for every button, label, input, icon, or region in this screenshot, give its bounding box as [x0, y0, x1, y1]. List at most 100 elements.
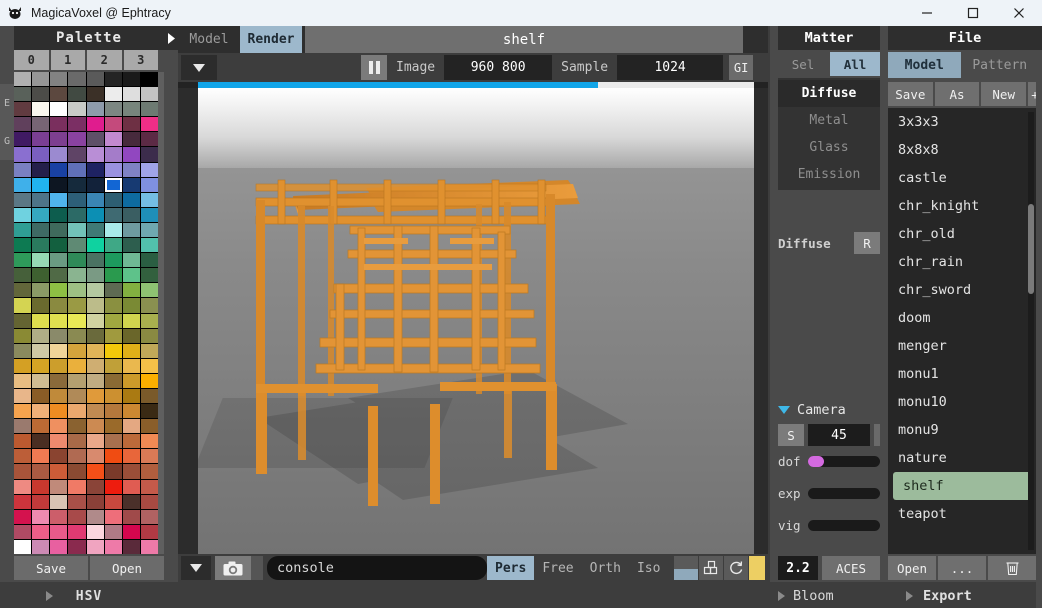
- palette-swatch[interactable]: [50, 147, 67, 161]
- camera-icon[interactable]: [215, 556, 251, 580]
- palette-swatch[interactable]: [32, 374, 49, 388]
- palette-swatch[interactable]: [14, 419, 31, 433]
- palette-swatch[interactable]: [87, 389, 104, 403]
- palette-swatch[interactable]: [141, 132, 158, 146]
- palette-swatch[interactable]: [68, 253, 85, 267]
- palette-scroll-thumb[interactable]: [158, 72, 164, 554]
- palette-swatch[interactable]: [87, 419, 104, 433]
- palette-swatch[interactable]: [123, 525, 140, 539]
- palette-swatch[interactable]: [32, 72, 49, 86]
- render-viewport[interactable]: [198, 88, 754, 554]
- palette-swatch[interactable]: [123, 102, 140, 116]
- palette-swatch[interactable]: [87, 208, 104, 222]
- palette-swatch[interactable]: [32, 419, 49, 433]
- file-list-item-selected[interactable]: shelf: [893, 472, 1031, 500]
- palette-swatch[interactable]: [32, 193, 49, 207]
- palette-swatch[interactable]: [123, 298, 140, 312]
- file-list-item[interactable]: 8x8x8: [888, 136, 1036, 164]
- palette-swatch[interactable]: [141, 102, 158, 116]
- palette-swatch[interactable]: [50, 298, 67, 312]
- palette-swatch[interactable]: [14, 147, 31, 161]
- palette-swatch[interactable]: [68, 510, 85, 524]
- camera-mode-free[interactable]: Free: [534, 556, 581, 580]
- palette-swatch[interactable]: [14, 253, 31, 267]
- file-list-item[interactable]: teapot: [888, 500, 1036, 528]
- palette-swatch[interactable]: [68, 389, 85, 403]
- palette-swatch[interactable]: [32, 163, 49, 177]
- palette-swatch[interactable]: [14, 434, 31, 448]
- palette-swatch[interactable]: [87, 495, 104, 509]
- palette-swatch[interactable]: [141, 374, 158, 388]
- palette-swatch[interactable]: [141, 359, 158, 373]
- palette-swatch[interactable]: [32, 525, 49, 539]
- palette-swatch[interactable]: [68, 314, 85, 328]
- sample-value[interactable]: 1024: [617, 55, 723, 80]
- palette-swatch[interactable]: [105, 102, 122, 116]
- background-color-icon[interactable]: [674, 556, 698, 580]
- palette-swatch[interactable]: [141, 223, 158, 237]
- palette-swatch[interactable]: [14, 329, 31, 343]
- tab-render[interactable]: Render: [240, 26, 302, 53]
- palette-swatch[interactable]: [32, 298, 49, 312]
- matter-tab-sel[interactable]: Sel: [778, 52, 828, 76]
- slider-dof-knob[interactable]: [808, 456, 824, 467]
- palette-swatch[interactable]: [123, 283, 140, 297]
- palette-swatch[interactable]: [87, 193, 104, 207]
- palette-swatch[interactable]: [14, 389, 31, 403]
- palette-swatch[interactable]: [141, 238, 158, 252]
- palette-swatch[interactable]: [87, 117, 104, 131]
- palette-swatch[interactable]: [32, 223, 49, 237]
- palette-swatch[interactable]: [32, 314, 49, 328]
- palette-swatch[interactable]: [68, 117, 85, 131]
- palette-swatch[interactable]: [32, 510, 49, 524]
- palette-swatch[interactable]: [123, 253, 140, 267]
- palette-swatch[interactable]: [32, 389, 49, 403]
- palette-swatch[interactable]: [87, 268, 104, 282]
- palette-swatch[interactable]: [87, 147, 104, 161]
- palette-swatch[interactable]: [87, 525, 104, 539]
- file-list-item[interactable]: menger: [888, 332, 1036, 360]
- palette-swatch[interactable]: [105, 298, 122, 312]
- matter-type-glass[interactable]: Glass: [778, 134, 880, 161]
- palette-swatch[interactable]: [123, 193, 140, 207]
- accent-swatch[interactable]: [749, 556, 765, 580]
- palette-swatch[interactable]: [141, 208, 158, 222]
- palette-swatch[interactable]: [14, 480, 31, 494]
- palette-swatch[interactable]: [105, 193, 122, 207]
- camera-fov-value[interactable]: 45: [808, 424, 870, 446]
- palette-swatch[interactable]: [50, 464, 67, 478]
- palette-swatch[interactable]: [87, 283, 104, 297]
- slider-vig-track[interactable]: [808, 520, 880, 531]
- image-size-value[interactable]: 960 800: [444, 55, 552, 80]
- palette-swatch[interactable]: [32, 449, 49, 463]
- matter-type-metal[interactable]: Metal: [778, 107, 880, 134]
- palette-swatch[interactable]: [14, 283, 31, 297]
- palette-swatch[interactable]: [105, 253, 122, 267]
- camera-mode-orth[interactable]: Orth: [582, 556, 629, 580]
- file-tab-pattern[interactable]: Pattern: [964, 52, 1037, 78]
- file-new-button[interactable]: New: [981, 82, 1026, 106]
- palette-swatch[interactable]: [105, 404, 122, 418]
- palette-swatch[interactable]: [32, 404, 49, 418]
- slider-dof[interactable]: dof: [778, 454, 880, 468]
- palette-swatch[interactable]: [87, 404, 104, 418]
- palette-swatch[interactable]: [32, 268, 49, 282]
- file-list-item[interactable]: 3x3x3: [888, 108, 1036, 136]
- palette-swatch[interactable]: [50, 419, 67, 433]
- palette-swatch[interactable]: [123, 72, 140, 86]
- diffuse-reset-button[interactable]: R: [854, 232, 880, 254]
- palette-swatch[interactable]: [68, 495, 85, 509]
- slider-exp[interactable]: exp: [778, 486, 880, 500]
- palette-swatch[interactable]: [50, 283, 67, 297]
- palette-swatch[interactable]: [50, 132, 67, 146]
- palette-swatch[interactable]: [32, 495, 49, 509]
- palette-swatch[interactable]: [68, 344, 85, 358]
- palette-swatch[interactable]: [68, 268, 85, 282]
- palette-grid[interactable]: [14, 72, 158, 554]
- palette-swatch[interactable]: [105, 283, 122, 297]
- palette-swatch[interactable]: [14, 238, 31, 252]
- palette-swatch[interactable]: [105, 480, 122, 494]
- palette-swatch[interactable]: [141, 329, 158, 343]
- palette-swatch[interactable]: [68, 404, 85, 418]
- palette-swatch[interactable]: [141, 525, 158, 539]
